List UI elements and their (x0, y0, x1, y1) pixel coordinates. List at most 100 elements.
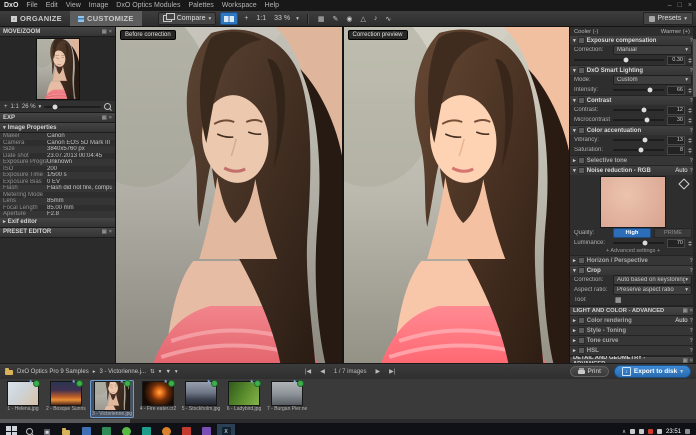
tray-notification-icon[interactable] (648, 429, 653, 434)
crop-tool-icon[interactable]: ▦ (316, 15, 327, 23)
exif-editor-header[interactable]: ▸ Exif editor (0, 218, 115, 228)
minimize-icon[interactable]: – (668, 2, 672, 9)
file-explorer-icon[interactable] (57, 424, 75, 435)
contrast-section-header[interactable]: ▾ Contrast ? (570, 96, 696, 105)
enable-checkbox[interactable] (578, 97, 585, 104)
menu-workspace[interactable]: Workspace (222, 2, 257, 9)
vibrancy-value[interactable]: 13 (667, 136, 685, 145)
stepper-up-icon[interactable] (688, 88, 692, 90)
taskbar-app-icon[interactable] (157, 424, 175, 435)
exposure-value[interactable]: 0.30 (667, 56, 685, 65)
stepper-up-icon[interactable] (688, 241, 692, 243)
start-button-icon[interactable] (3, 424, 19, 435)
filter-caret-icon[interactable]: ▾ (175, 369, 178, 375)
stepper-up-icon[interactable] (688, 148, 692, 150)
zoom-fit-button[interactable]: 1:1 (254, 15, 268, 22)
taskbar-app-icon[interactable] (177, 424, 195, 435)
sort-icon[interactable]: ⇅ (150, 369, 155, 375)
star-icon[interactable]: ★ (293, 379, 297, 385)
before-image-pane[interactable]: Before correction (116, 27, 342, 363)
caret-down-icon[interactable]: ▾ (573, 128, 576, 134)
microcontrast-slider[interactable] (613, 119, 664, 121)
noise-preview-patch[interactable] (601, 177, 665, 227)
star-icon[interactable]: ★ (72, 379, 76, 385)
tray-icon[interactable] (630, 429, 635, 434)
dock-icon[interactable]: ▣ (102, 229, 107, 235)
menu-palettes[interactable]: Palettes (188, 2, 213, 9)
caret-down-icon[interactable]: ▾ (573, 38, 576, 44)
side-by-side-view-button[interactable] (220, 12, 238, 25)
menu-image[interactable]: Image (89, 2, 108, 9)
enable-checkbox[interactable] (578, 257, 585, 264)
style-toning-section-header[interactable]: ▸ Style - Toning ? (570, 326, 696, 335)
next-image-icon[interactable]: ▶ (376, 368, 381, 375)
zoom-slider-knob[interactable] (52, 104, 57, 109)
menu-help[interactable]: Help (265, 2, 279, 9)
caret-right-icon[interactable]: ▸ (573, 348, 576, 354)
color-rendering-section-header[interactable]: ▸ Color rendering Auto ? (570, 316, 696, 325)
quality-prime-button[interactable]: PRIME (654, 228, 692, 238)
action-center-icon[interactable] (685, 429, 690, 434)
enable-checkbox[interactable] (578, 127, 585, 134)
filmstrip-thumbnail-selected[interactable]: ★ 3 - Victorienne.jpg (90, 380, 134, 418)
slider-knob[interactable] (641, 108, 646, 113)
star-icon[interactable]: ★ (207, 379, 211, 385)
vibrancy-slider[interactable] (613, 139, 664, 141)
tray-icon[interactable] (657, 429, 662, 434)
caret-down-icon[interactable]: ▾ (573, 268, 576, 274)
smart-lighting-section-header[interactable]: ▾ DxO Smart Lighting ? (570, 66, 696, 75)
stepper-down-icon[interactable] (688, 91, 692, 93)
close-palette-icon[interactable]: × (109, 115, 112, 121)
close-icon[interactable]: × (688, 2, 692, 9)
white-balance-picker-icon[interactable]: ∿ (383, 15, 393, 23)
enable-checkbox[interactable] (578, 347, 585, 354)
export-to-disk-button[interactable]: ↓ Export to disk ▾ (614, 365, 691, 378)
last-image-icon[interactable]: ▶| (389, 368, 395, 375)
zoom-fit-label[interactable]: 1:1 (11, 104, 19, 110)
filmstrip-thumbnail[interactable]: ★ 6 - Ladybird.jpg (225, 382, 263, 412)
maximize-icon[interactable]: □ (678, 2, 682, 9)
slider-knob[interactable] (639, 148, 644, 153)
caret-right-icon[interactable]: ▸ (573, 338, 576, 344)
selective-tone-section-header[interactable]: ▸ Selective tone ? (570, 156, 696, 165)
star-icon[interactable]: ★ (250, 379, 254, 385)
tray-expand-icon[interactable]: ∧ (622, 429, 626, 435)
caret-right-icon[interactable]: ▸ (573, 328, 576, 334)
enable-checkbox[interactable] (578, 337, 585, 344)
star-icon[interactable]: ★ (164, 379, 168, 385)
exposure-palette-header[interactable]: EXP ▣ × (0, 113, 115, 123)
contrast-slider[interactable] (613, 109, 664, 111)
menu-view[interactable]: View (66, 2, 81, 9)
enable-checkbox[interactable] (578, 167, 585, 174)
enable-checkbox[interactable] (578, 67, 585, 74)
breadcrumb-current[interactable]: 3 - Victorienne.j... (99, 369, 146, 375)
task-view-icon[interactable]: ▣ (39, 424, 55, 435)
caret-right-icon[interactable]: ▸ (573, 318, 576, 324)
filmstrip-thumbnail[interactable]: ★ 1 - Helena.jpg (4, 382, 42, 412)
close-palette-icon[interactable]: × (109, 29, 112, 35)
noise-reduction-section-header[interactable]: ▾ Noise reduction - RGB Auto ? (570, 166, 696, 175)
slider-knob[interactable] (642, 138, 647, 143)
sort-caret-icon[interactable]: ▾ (159, 369, 162, 375)
filmstrip-thumbnail[interactable]: ★ 7 - Burgan Pier.nef (268, 382, 306, 412)
star-icon[interactable]: ★ (120, 379, 124, 385)
taskbar-clock[interactable]: 23:51 (666, 429, 681, 435)
saturation-slider[interactable] (613, 149, 664, 151)
print-button[interactable]: Print (570, 366, 609, 377)
taskbar-app-icon[interactable] (117, 424, 135, 435)
star-icon[interactable]: ★ (29, 379, 33, 385)
image-properties-header[interactable]: ▾ Image Properties (0, 123, 115, 133)
compare-button[interactable]: Compare ▾ (158, 12, 217, 25)
taskbar-app-icon[interactable] (77, 424, 95, 435)
zoom-in-icon[interactable]: + (4, 104, 8, 110)
previous-image-icon[interactable]: ◀ (320, 368, 325, 375)
aspect-ratio-dropdown[interactable]: Preserve aspect ratio ▾ (613, 285, 692, 295)
slider-knob[interactable] (645, 118, 650, 123)
slider-knob[interactable] (624, 58, 629, 63)
auto-badge[interactable]: Auto (675, 318, 687, 324)
stepper-down-icon[interactable] (688, 151, 692, 153)
tab-organize[interactable]: ORGANIZE (3, 11, 70, 26)
caret-right-icon[interactable]: ▸ (573, 158, 576, 164)
preset-editor-header[interactable]: PRESET EDITOR ▣ × (0, 228, 115, 238)
horizon-tool-icon[interactable]: △ (358, 15, 367, 23)
